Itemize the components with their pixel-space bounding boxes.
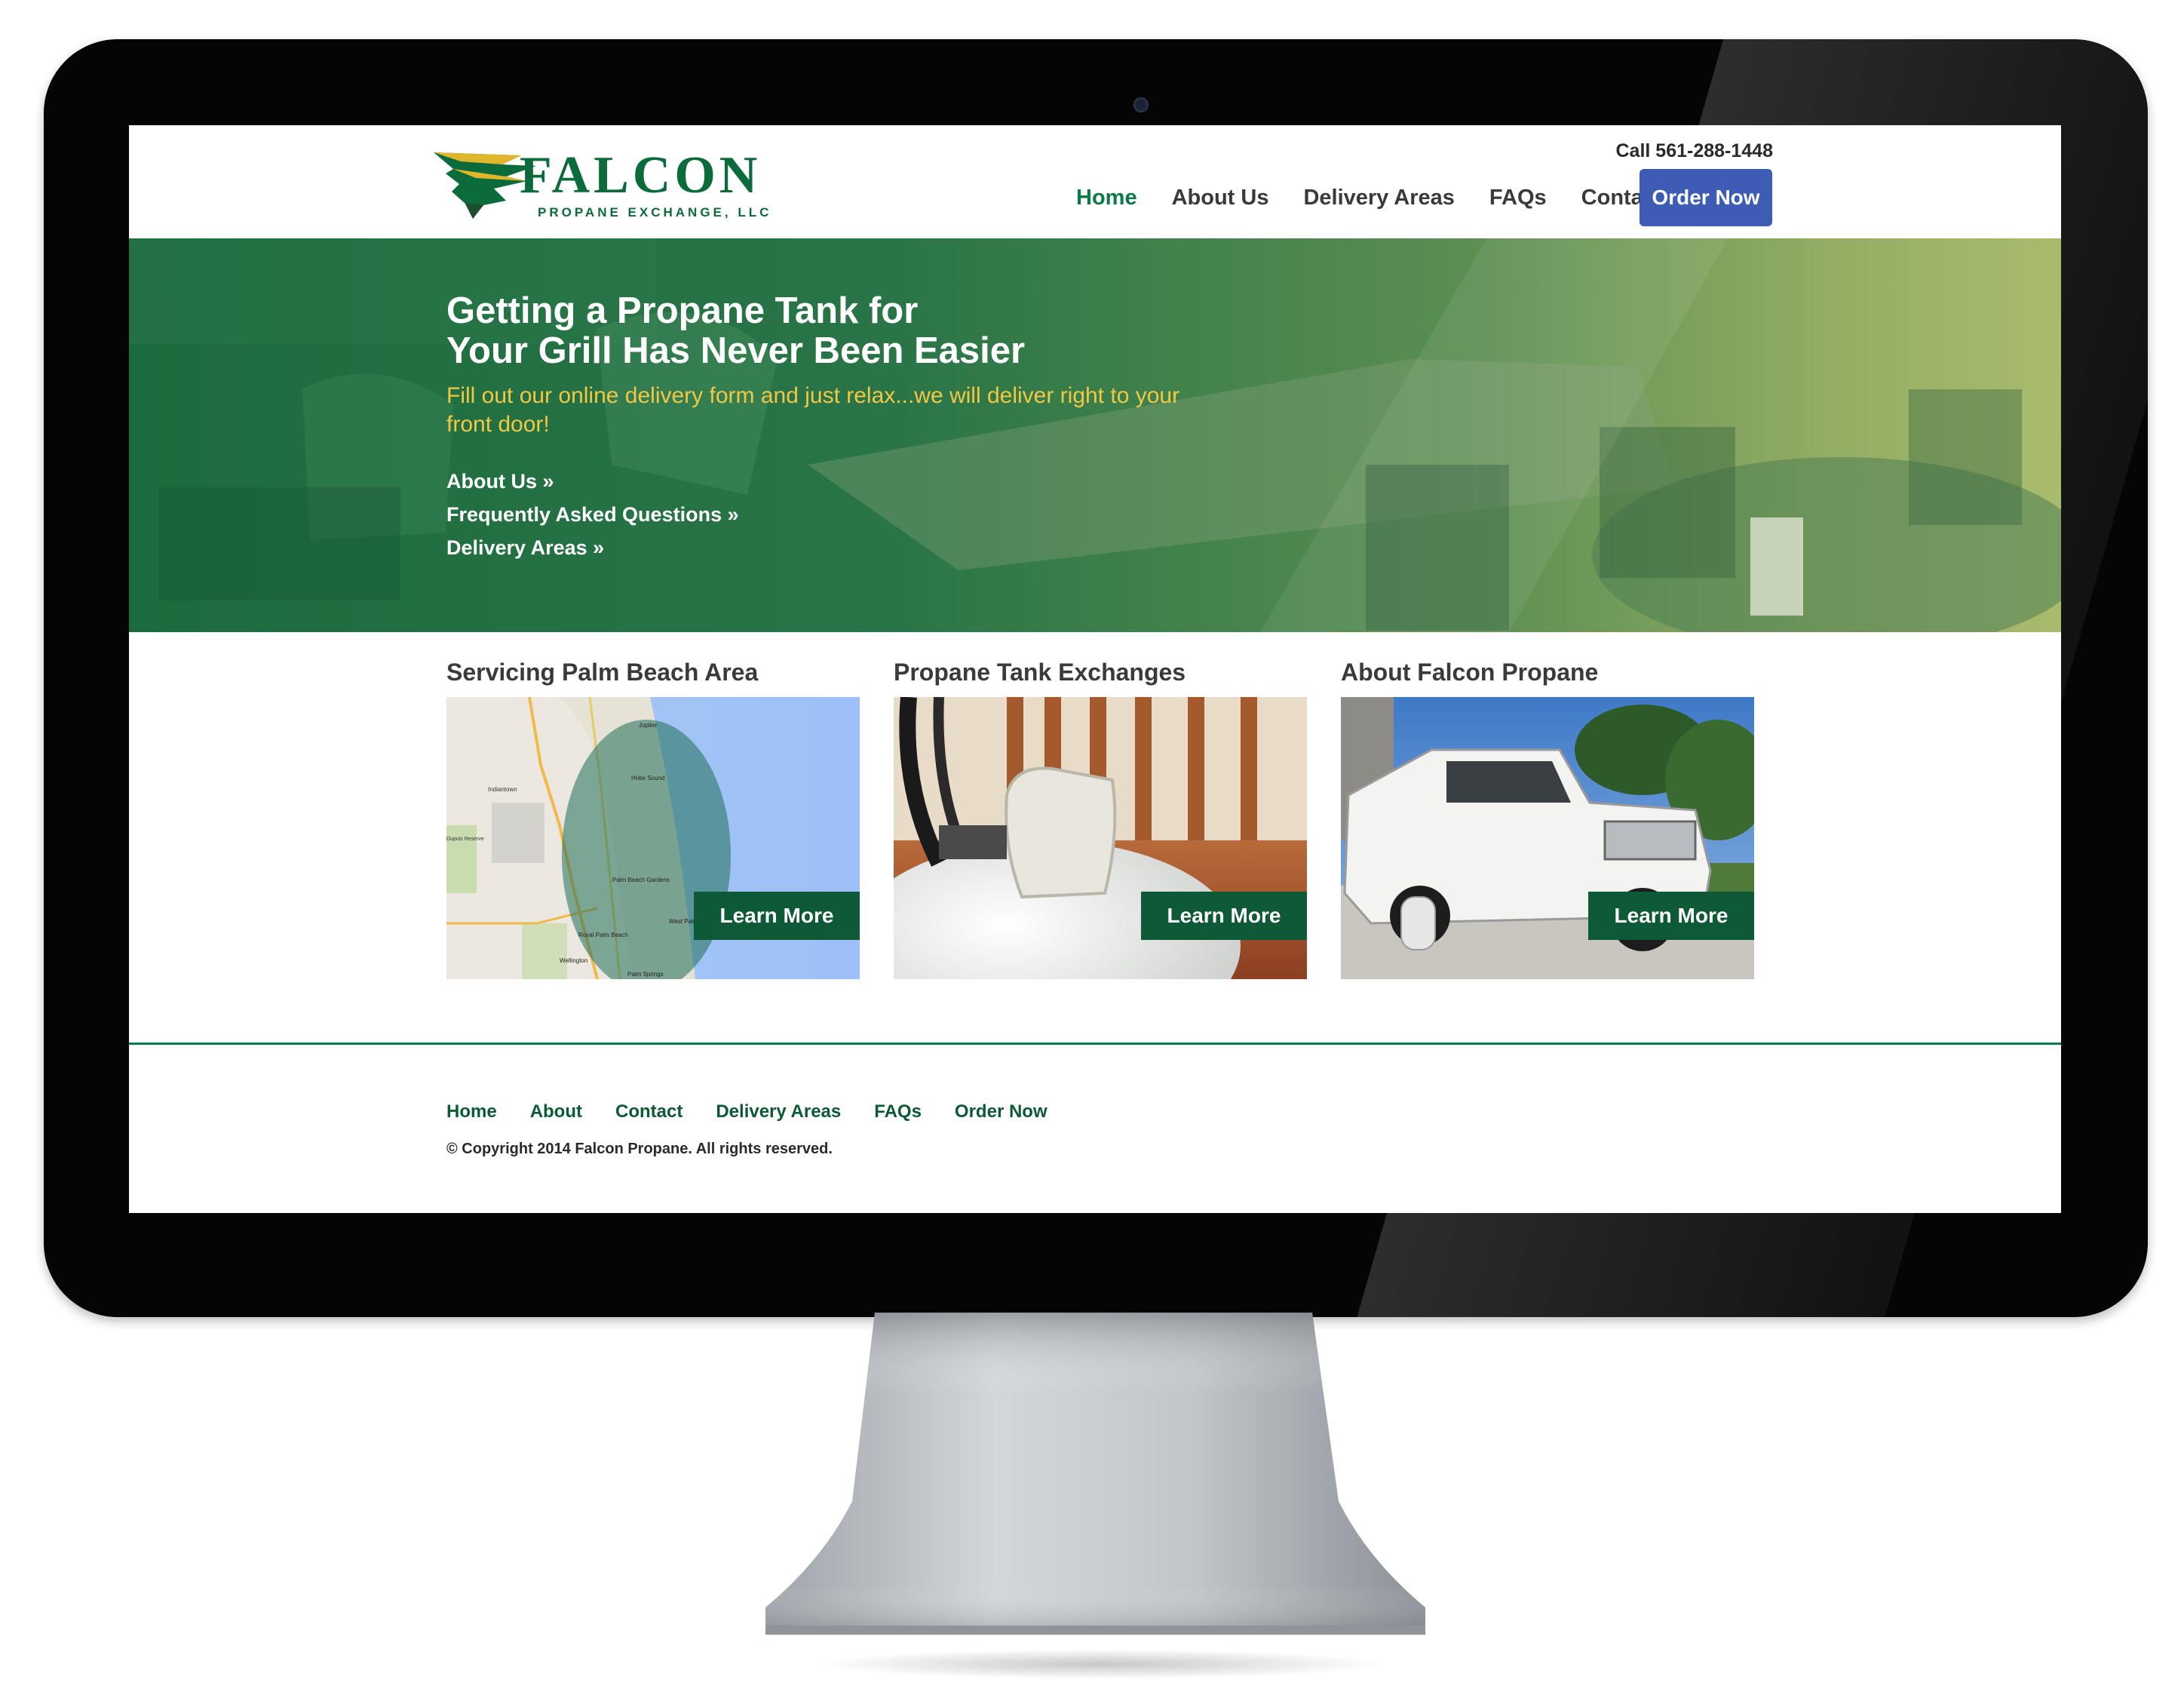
phone-number[interactable]: Call 561-288-1448 bbox=[1616, 140, 1774, 162]
website-screen: FALCON PROPANE EXCHANGE, LLC Call 561-28… bbox=[129, 125, 2061, 1213]
hero-link-about-us[interactable]: About Us » bbox=[446, 465, 739, 498]
delivery-truck-image[interactable]: Learn More bbox=[1341, 697, 1754, 979]
hero-title: Getting a Propane Tank for Your Grill Ha… bbox=[446, 291, 1201, 371]
feature-palm-beach: Servicing Palm Beach Area Indiantown Dup… bbox=[446, 658, 860, 979]
footer-link-contact[interactable]: Contact bbox=[615, 1101, 682, 1122]
map-label-jupiter: Jupiter bbox=[639, 722, 657, 729]
falcon-logo[interactable]: FALCON PROPANE EXCHANGE, LLC bbox=[431, 139, 768, 222]
footer-divider bbox=[129, 1043, 2061, 1045]
hero-links: About Us » Frequently Asked Questions » … bbox=[446, 465, 739, 564]
camera-icon bbox=[1133, 97, 1149, 112]
map-label-wellington: Wellington bbox=[560, 957, 587, 964]
footer-link-home[interactable]: Home bbox=[446, 1101, 497, 1122]
delivery-map-image[interactable]: Indiantown Dupuis Reserve Palm Beach Gar… bbox=[446, 697, 860, 979]
footer-link-delivery-areas[interactable]: Delivery Areas bbox=[716, 1101, 841, 1122]
stand-shadow bbox=[814, 1649, 1388, 1679]
phone-digits: 561-288-1448 bbox=[1655, 140, 1773, 161]
map-label-hobe-sound: Hobe Sound bbox=[631, 775, 664, 782]
main-nav: Home About Us Delivery Areas FAQs Contac… bbox=[1076, 169, 1698, 226]
monitor-stand bbox=[765, 1313, 1425, 1635]
logo-wordmark: FALCON bbox=[520, 146, 762, 204]
phone-prefix: Call bbox=[1615, 140, 1656, 161]
map-label-dupuis: Dupuis Reserve bbox=[446, 837, 484, 842]
hero-link-delivery-areas[interactable]: Delivery Areas » bbox=[446, 531, 739, 564]
hero-subtitle: Fill out our online delivery form and ju… bbox=[446, 383, 1180, 437]
footer-nav: Home About Contact Delivery Areas FAQs O… bbox=[446, 1101, 1081, 1122]
propane-tank-image[interactable]: Learn More bbox=[894, 697, 1307, 979]
hero-title-line1: Getting a Propane Tank for bbox=[446, 290, 919, 331]
footer-link-order-now[interactable]: Order Now bbox=[955, 1101, 1048, 1122]
feature-title: About Falcon Propane bbox=[1341, 659, 1599, 686]
copyright-text: © Copyright 2014 Falcon Propane. All rig… bbox=[446, 1141, 833, 1157]
footer-link-about[interactable]: About bbox=[530, 1101, 582, 1122]
nav-delivery-areas[interactable]: Delivery Areas bbox=[1303, 186, 1454, 210]
feature-about-falcon: About Falcon Propane Learn More bbox=[1341, 658, 1754, 979]
hero-banner: Getting a Propane Tank for Your Grill Ha… bbox=[129, 238, 2061, 632]
learn-more-button[interactable]: Learn More bbox=[1141, 892, 1307, 940]
nav-faqs[interactable]: FAQs bbox=[1489, 186, 1547, 210]
feature-title: Propane Tank Exchanges bbox=[894, 659, 1186, 686]
map-label-indiantown: Indiantown bbox=[488, 786, 517, 793]
map-label-palm-springs: Palm Springs bbox=[627, 971, 664, 978]
footer-link-faqs[interactable]: FAQs bbox=[874, 1101, 922, 1122]
nav-about-us[interactable]: About Us bbox=[1172, 186, 1269, 210]
order-now-button[interactable]: Order Now bbox=[1640, 169, 1772, 226]
hero-link-faq[interactable]: Frequently Asked Questions » bbox=[446, 498, 739, 531]
map-label-pbg: Palm Beach Gardens bbox=[612, 877, 670, 883]
learn-more-button[interactable]: Learn More bbox=[1588, 892, 1754, 940]
learn-more-button[interactable]: Learn More bbox=[694, 892, 860, 940]
map-label-rpb: Royal Palm Beach bbox=[578, 932, 628, 938]
nav-home[interactable]: Home bbox=[1076, 186, 1137, 210]
feature-tank-exchanges: Propane Tank Exchanges Learn More bbox=[894, 658, 1307, 979]
logo-tagline: PROPANE EXCHANGE, LLC bbox=[538, 205, 772, 220]
feature-title: Servicing Palm Beach Area bbox=[446, 659, 759, 686]
hero-title-line2: Your Grill Has Never Been Easier bbox=[446, 330, 1026, 371]
site-header: FALCON PROPANE EXCHANGE, LLC Call 561-28… bbox=[129, 125, 2061, 238]
